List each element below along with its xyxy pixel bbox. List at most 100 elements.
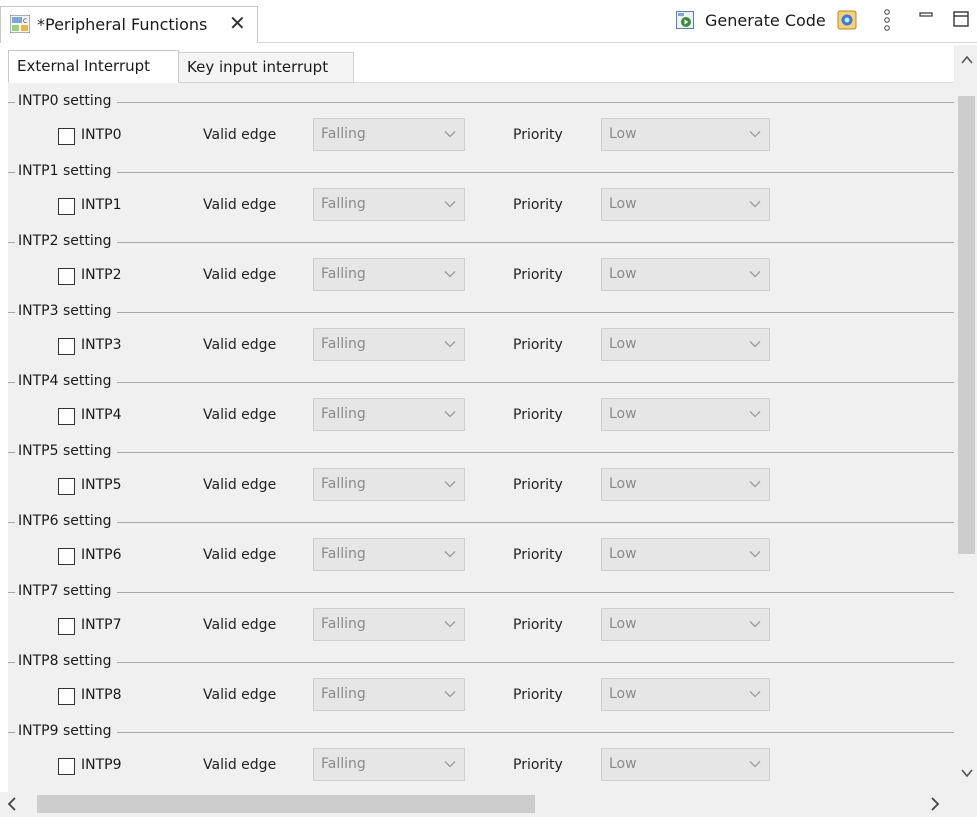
priority-select[interactable]: Low: [601, 118, 770, 151]
valid-edge-value: Falling: [321, 196, 366, 212]
code-generator-app-icon: C: [10, 15, 30, 33]
group-title: INTP0 setting: [15, 91, 117, 111]
intp-enable-label[interactable]: INTP6: [81, 545, 122, 565]
valid-edge-value: Falling: [321, 756, 366, 772]
valid-edge-select[interactable]: Falling: [313, 468, 465, 501]
intp-setting-group: INTP3 setting INTP3 Valid edge Falling Prior…: [8, 293, 954, 363]
tab-key-input-interrupt[interactable]: Key input interrupt: [179, 52, 354, 83]
intp-setting-group: INTP7 setting INTP7 Valid edge Falling Prior…: [8, 573, 954, 643]
valid-edge-select[interactable]: Falling: [313, 748, 465, 781]
intp-enable-label[interactable]: INTP1: [81, 195, 122, 215]
priority-value: Low: [609, 126, 637, 142]
valid-edge-select[interactable]: Falling: [313, 538, 465, 571]
intp-enable-label[interactable]: INTP5: [81, 475, 122, 495]
priority-label: Priority: [513, 757, 563, 773]
chevron-down-icon: [749, 551, 761, 558]
valid-edge-select[interactable]: Falling: [313, 188, 465, 221]
intp-enable-checkbox[interactable]: [58, 688, 75, 705]
scroll-left-arrow-icon[interactable]: [7, 797, 17, 811]
priority-value: Low: [609, 686, 637, 702]
priority-value: Low: [609, 266, 637, 282]
intp-enable-label[interactable]: INTP2: [81, 265, 122, 285]
priority-value: Low: [609, 616, 637, 632]
priority-select[interactable]: Low: [601, 188, 770, 221]
group-divider: [8, 662, 954, 663]
valid-edge-label: Valid edge: [203, 617, 277, 633]
settings-panel: INTP0 setting INTP0 Valid edge Falling Prior…: [8, 83, 954, 792]
chevron-down-icon: [444, 691, 456, 698]
priority-label: Priority: [513, 547, 563, 563]
valid-edge-label: Valid edge: [203, 197, 277, 213]
intp-setting-group: INTP6 setting INTP6 Valid edge Falling Prior…: [8, 503, 954, 573]
chevron-down-icon: [749, 411, 761, 418]
priority-label: Priority: [513, 197, 563, 213]
tool-icon[interactable]: [837, 10, 857, 30]
horizontal-scroll-thumb[interactable]: [37, 795, 535, 813]
maximize-icon[interactable]: [953, 11, 969, 27]
priority-select[interactable]: Low: [601, 748, 770, 781]
valid-edge-select[interactable]: Falling: [313, 678, 465, 711]
chevron-down-icon: [444, 551, 456, 558]
tab-external-interrupt[interactable]: External Interrupt: [8, 50, 179, 83]
valid-edge-value: Falling: [321, 406, 366, 422]
intp-enable-label[interactable]: INTP4: [81, 405, 122, 425]
intp-enable-label[interactable]: INTP3: [81, 335, 122, 355]
chevron-down-icon: [749, 271, 761, 278]
intp-enable-label[interactable]: INTP0: [81, 125, 122, 145]
generate-code-icon[interactable]: [676, 11, 694, 29]
intp-enable-label[interactable]: INTP8: [81, 685, 122, 705]
chevron-down-icon: [444, 341, 456, 348]
group-title: INTP6 setting: [15, 511, 117, 531]
valid-edge-label: Valid edge: [203, 757, 277, 773]
intp-enable-checkbox[interactable]: [58, 758, 75, 775]
valid-edge-label: Valid edge: [203, 547, 277, 563]
intp-enable-checkbox[interactable]: [58, 268, 75, 285]
minimize-icon[interactable]: [919, 11, 933, 25]
intp-setting-group: INTP9 setting INTP9 Valid edge Falling Prior…: [8, 713, 954, 783]
intp-setting-group: INTP1 setting INTP1 Valid edge Falling Prior…: [8, 153, 954, 223]
priority-select[interactable]: Low: [601, 678, 770, 711]
intp-enable-checkbox[interactable]: [58, 198, 75, 215]
generate-code-button[interactable]: Generate Code: [705, 11, 826, 30]
chevron-down-icon: [749, 481, 761, 488]
intp-enable-label[interactable]: INTP9: [81, 755, 122, 775]
intp-enable-label[interactable]: INTP7: [81, 615, 122, 635]
priority-select[interactable]: Low: [601, 258, 770, 291]
group-title: INTP7 setting: [15, 581, 117, 601]
scroll-right-arrow-icon[interactable]: [930, 797, 940, 811]
valid-edge-select[interactable]: Falling: [313, 118, 465, 151]
intp-enable-checkbox[interactable]: [58, 548, 75, 565]
valid-edge-select[interactable]: Falling: [313, 608, 465, 641]
chevron-down-icon: [749, 201, 761, 208]
intp-setting-group: INTP8 setting INTP8 Valid edge Falling Prior…: [8, 643, 954, 713]
priority-select[interactable]: Low: [601, 398, 770, 431]
scroll-down-arrow-icon[interactable]: [961, 768, 973, 778]
intp-enable-checkbox[interactable]: [58, 618, 75, 635]
intp-setting-group: INTP0 setting INTP0 Valid edge Falling Prior…: [8, 83, 954, 153]
intp-enable-checkbox[interactable]: [58, 128, 75, 145]
priority-select[interactable]: Low: [601, 538, 770, 571]
chevron-down-icon: [444, 481, 456, 488]
valid-edge-select[interactable]: Falling: [313, 398, 465, 431]
intp-enable-checkbox[interactable]: [58, 338, 75, 355]
vertical-scroll-thumb[interactable]: [958, 96, 975, 554]
intp-setting-group: INTP5 setting INTP5 Valid edge Falling Prior…: [8, 433, 954, 503]
valid-edge-value: Falling: [321, 546, 366, 562]
intp-enable-checkbox[interactable]: [58, 478, 75, 495]
close-tab-icon[interactable]: ✕: [229, 11, 246, 35]
valid-edge-select[interactable]: Falling: [313, 258, 465, 291]
valid-edge-value: Falling: [321, 266, 366, 282]
priority-label: Priority: [513, 127, 563, 143]
priority-select[interactable]: Low: [601, 328, 770, 361]
scroll-up-arrow-icon[interactable]: [961, 55, 973, 65]
editor-tab-bar: C *Peripheral Functions ✕ Generate Code: [0, 0, 977, 43]
group-title: INTP2 setting: [15, 231, 117, 251]
priority-value: Low: [609, 756, 637, 772]
editor-tab-peripheral-functions[interactable]: C *Peripheral Functions ✕: [0, 6, 258, 43]
intp-enable-checkbox[interactable]: [58, 408, 75, 425]
view-menu-icon[interactable]: [883, 8, 891, 32]
valid-edge-select[interactable]: Falling: [313, 328, 465, 361]
priority-select[interactable]: Low: [601, 608, 770, 641]
priority-label: Priority: [513, 477, 563, 493]
priority-select[interactable]: Low: [601, 468, 770, 501]
